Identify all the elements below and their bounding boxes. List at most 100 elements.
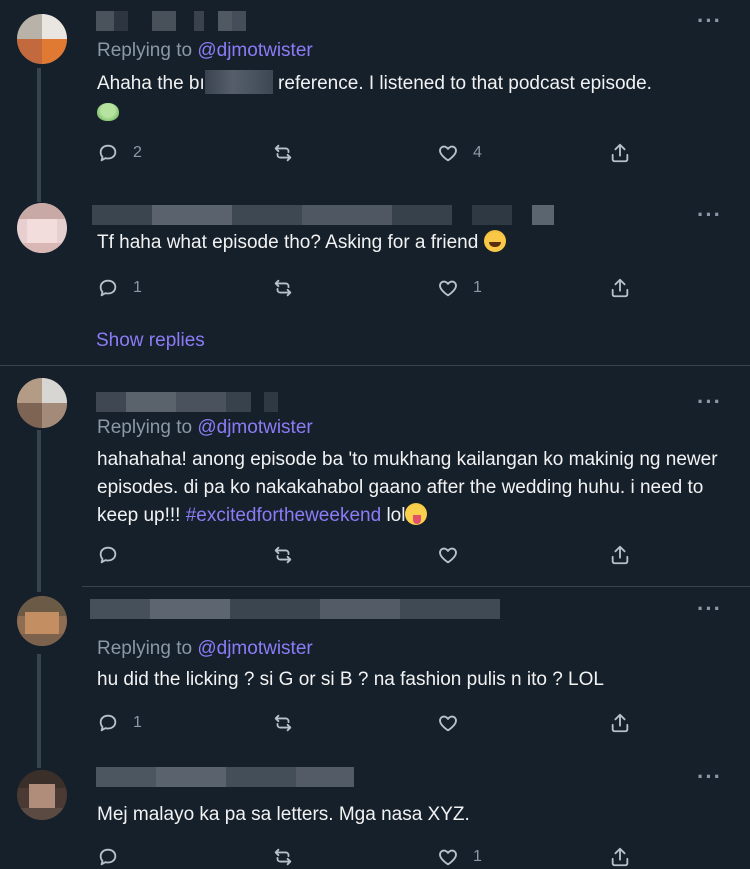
reply-icon xyxy=(99,279,117,297)
tweet-text: Tf haha what episode tho? Asking for a f… xyxy=(97,229,727,257)
thread-line xyxy=(37,190,41,202)
reply-icon xyxy=(99,546,117,564)
reply-button[interactable] xyxy=(97,543,133,567)
tweet-actions: 1 xyxy=(97,845,657,869)
tweet-text-part: lol xyxy=(386,505,406,526)
heart-icon xyxy=(439,145,457,162)
retweet-button[interactable] xyxy=(272,141,308,165)
redacted-word xyxy=(204,70,273,94)
avatar[interactable] xyxy=(17,14,67,64)
share-button[interactable] xyxy=(609,845,631,869)
replying-to: Replying to @djmotwister xyxy=(97,417,313,439)
avatar[interactable] xyxy=(17,378,67,428)
retweet-icon xyxy=(274,279,292,297)
avatar[interactable] xyxy=(17,770,67,820)
avatar[interactable] xyxy=(17,596,67,646)
share-icon xyxy=(611,847,629,867)
tweet[interactable]: ··· Replying to @djmotwister Ahaha the b… xyxy=(0,0,750,190)
retweet-icon xyxy=(274,144,292,162)
tweet-text-part: Tf haha what episode tho? Asking for a f… xyxy=(97,232,479,253)
tweet[interactable]: ··· Replying to @djmotwister hahahaha! a… xyxy=(0,366,750,587)
replying-handle-link[interactable]: @djmotwister xyxy=(197,40,312,61)
author-name-redacted[interactable] xyxy=(90,599,500,619)
like-count: 1 xyxy=(473,848,482,865)
share-icon xyxy=(611,143,629,163)
like-button[interactable] xyxy=(437,711,473,735)
tweet[interactable]: ··· Mej malayo ka pa sa letters. Mga nas… xyxy=(0,756,750,869)
reply-button[interactable]: 1 xyxy=(97,276,142,300)
more-icon[interactable]: ··· xyxy=(697,204,722,226)
zany-face-emoji-icon xyxy=(405,503,428,525)
reply-icon xyxy=(99,714,117,732)
tweet-text: Mej malayo ka pa sa letters. Mga nasa XY… xyxy=(97,801,727,829)
reply-count: 1 xyxy=(133,279,142,296)
reply-button[interactable]: 2 xyxy=(97,141,142,165)
retweet-icon xyxy=(274,848,292,866)
reply-button[interactable]: 1 xyxy=(97,711,142,735)
more-icon[interactable]: ··· xyxy=(697,598,722,620)
tweet-actions xyxy=(97,543,657,567)
share-button[interactable] xyxy=(609,711,631,735)
reply-button[interactable] xyxy=(97,845,133,869)
tweet-text-part: Ahaha the bı xyxy=(97,73,205,94)
reply-icon xyxy=(99,848,117,866)
replying-to: Replying to @djmotwister xyxy=(97,40,313,62)
retweet-button[interactable] xyxy=(272,543,308,567)
tweet-text-part: reference. I listened to that podcast ep… xyxy=(278,73,652,94)
like-button[interactable]: 4 xyxy=(437,141,482,165)
like-button[interactable]: 1 xyxy=(437,845,482,869)
tweet-text-part: hu did the licking ? si G or si B ? na f… xyxy=(97,669,604,690)
author-name-redacted[interactable] xyxy=(96,767,354,787)
thread-line xyxy=(37,586,41,592)
tweet[interactable]: ··· Tf haha what episode tho? Asking for… xyxy=(0,190,750,366)
tweet-text: hahahaha! anong episode ba 'to mukhang k… xyxy=(97,446,727,530)
tweet-actions: 1 xyxy=(97,711,657,735)
reply-count: 2 xyxy=(133,144,142,161)
heart-icon xyxy=(439,715,457,732)
tweet-text: Ahaha the bı reference. I listened to th… xyxy=(97,70,727,126)
share-icon xyxy=(611,278,629,298)
tweet-text-part: Mej malayo ka pa sa letters. Mga nasa XY… xyxy=(97,804,470,825)
tweet-text: hu did the licking ? si G or si B ? na f… xyxy=(97,666,727,694)
like-count: 1 xyxy=(473,279,482,296)
retweet-button[interactable] xyxy=(272,711,308,735)
thread-line xyxy=(37,654,41,756)
heart-icon xyxy=(439,849,457,866)
share-button[interactable] xyxy=(609,141,631,165)
thread-line xyxy=(37,756,41,768)
author-name-redacted[interactable] xyxy=(96,11,256,31)
matcha-emoji-icon xyxy=(97,103,119,121)
reply-count: 1 xyxy=(133,714,142,731)
hashtag-link[interactable]: #excitedfortheweekend xyxy=(186,505,381,526)
avatar[interactable] xyxy=(17,203,67,253)
tweet[interactable]: ··· Replying to @djmotwister hu did the … xyxy=(0,586,750,756)
replying-to: Replying to @djmotwister xyxy=(97,638,313,660)
like-button[interactable]: 1 xyxy=(437,276,482,300)
more-icon[interactable]: ··· xyxy=(697,766,722,788)
author-name-redacted[interactable] xyxy=(96,392,281,412)
share-icon xyxy=(611,713,629,733)
more-icon[interactable]: ··· xyxy=(697,391,722,413)
retweet-icon xyxy=(274,714,292,732)
share-button[interactable] xyxy=(609,276,631,300)
thread-line xyxy=(37,430,41,586)
replying-label: Replying to xyxy=(97,638,193,659)
more-icon[interactable]: ··· xyxy=(697,10,722,32)
like-count: 4 xyxy=(473,144,482,161)
replying-handle-link[interactable]: @djmotwister xyxy=(197,638,312,659)
retweet-button[interactable] xyxy=(272,276,308,300)
like-button[interactable] xyxy=(437,543,473,567)
retweet-button[interactable] xyxy=(272,845,308,869)
replying-label: Replying to xyxy=(97,40,193,61)
show-replies-link[interactable]: Show replies xyxy=(96,330,205,352)
laughing-emoji-icon xyxy=(483,230,506,252)
share-button[interactable] xyxy=(609,543,631,567)
replying-handle-link[interactable]: @djmotwister xyxy=(197,417,312,438)
author-name-redacted[interactable] xyxy=(92,205,557,225)
heart-icon xyxy=(439,547,457,564)
retweet-icon xyxy=(274,546,292,564)
tweet-actions: 1 1 xyxy=(97,276,657,300)
share-icon xyxy=(611,545,629,565)
thread-line xyxy=(37,68,41,190)
heart-icon xyxy=(439,280,457,297)
